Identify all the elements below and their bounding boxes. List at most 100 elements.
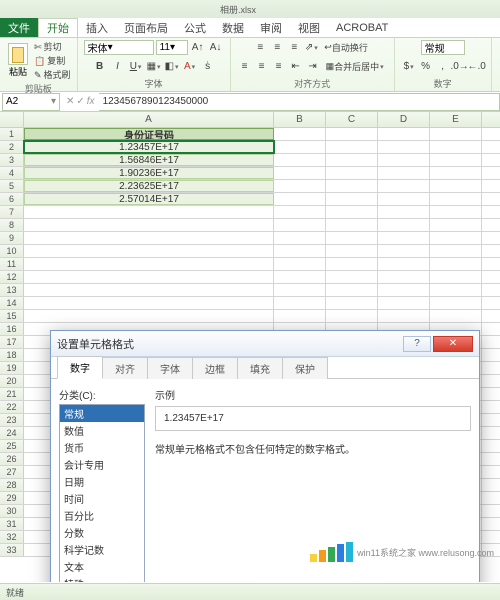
cell[interactable] [430,167,482,179]
row-header[interactable]: 30 [0,505,24,517]
cell[interactable] [430,206,482,218]
cell[interactable] [430,180,482,192]
cell[interactable] [326,154,378,166]
cell[interactable] [378,167,430,179]
font-color-button[interactable]: A [182,59,198,74]
row-header[interactable]: 4 [0,167,24,179]
cell[interactable] [274,219,326,231]
cell[interactable] [430,219,482,231]
row-header[interactable]: 22 [0,401,24,413]
row-header[interactable]: 3 [0,154,24,166]
cancel-formula-icon[interactable]: ✕ [66,96,74,107]
row-header[interactable]: 7 [0,206,24,218]
cell[interactable] [24,310,274,322]
tab-review[interactable]: 审阅 [252,18,290,37]
cell[interactable] [24,297,274,309]
wrap-text-button[interactable]: ↩ 自动换行 [320,40,372,55]
cell[interactable]: 1.90236E+17 [24,167,274,179]
comma-icon[interactable]: , [435,59,451,74]
cell[interactable] [326,284,378,296]
tab-file[interactable]: 文件 [0,18,38,37]
col-header-B[interactable]: B [274,112,326,127]
tab-formula[interactable]: 公式 [176,18,214,37]
format-painter-button[interactable]: 格式刷 [34,68,71,81]
cell[interactable] [326,128,378,140]
cell[interactable] [378,193,430,205]
cell[interactable] [326,245,378,257]
cell[interactable] [430,271,482,283]
row-header[interactable]: 25 [0,440,24,452]
row-header[interactable]: 2 [0,141,24,153]
row-header[interactable]: 20 [0,375,24,387]
cell[interactable] [378,154,430,166]
merge-center-button[interactable]: ▦ 合并后居中 [322,59,388,74]
cell[interactable] [274,180,326,192]
cell[interactable] [274,232,326,244]
category-item[interactable]: 特殊 [60,575,144,582]
cell[interactable] [24,284,274,296]
row-header[interactable]: 28 [0,479,24,491]
cell[interactable] [430,297,482,309]
category-listbox[interactable]: 常规数值货币会计专用日期时间百分比分数科学记数文本特殊自定义 [59,404,145,582]
cell[interactable] [430,310,482,322]
cell[interactable] [326,180,378,192]
cell[interactable] [430,232,482,244]
cell[interactable]: 身份证号码 [24,128,274,140]
category-item[interactable]: 科学记数 [60,541,144,558]
decrease-font-icon[interactable]: A↓ [208,40,224,55]
cell[interactable] [274,206,326,218]
cell[interactable] [326,167,378,179]
cell[interactable] [430,154,482,166]
row-header[interactable]: 12 [0,271,24,283]
dialog-help-button[interactable]: ? [403,336,431,352]
row-header[interactable]: 13 [0,284,24,296]
tab-insert[interactable]: 插入 [78,18,116,37]
row-header[interactable]: 33 [0,544,24,556]
increase-font-icon[interactable]: A↑ [190,40,206,55]
row-header[interactable]: 8 [0,219,24,231]
cell[interactable]: 1.23457E+17 [24,141,274,153]
cell[interactable] [24,206,274,218]
cell[interactable] [378,232,430,244]
align-middle-icon[interactable]: ≡ [269,40,285,55]
tab-layout[interactable]: 页面布局 [116,18,176,37]
cell[interactable] [326,297,378,309]
cell[interactable] [378,310,430,322]
col-header-E[interactable]: E [430,112,482,127]
cell[interactable] [378,271,430,283]
tab-data[interactable]: 数据 [214,18,252,37]
category-item[interactable]: 会计专用 [60,456,144,473]
row-header[interactable]: 5 [0,180,24,192]
name-box[interactable]: A2▾ [2,93,60,111]
font-family-combo[interactable]: 宋体 ▾ [84,40,154,55]
row-header[interactable]: 32 [0,531,24,543]
row-header[interactable]: 23 [0,414,24,426]
cell[interactable] [378,206,430,218]
fill-color-button[interactable]: ◧ [164,59,180,74]
font-size-combo[interactable]: 11 ▾ [156,40,188,55]
row-header[interactable]: 31 [0,518,24,530]
cell[interactable] [24,219,274,231]
border-button[interactable]: ▦ [146,59,162,74]
cell[interactable] [430,284,482,296]
category-item[interactable]: 数值 [60,422,144,439]
paste-button[interactable]: 粘贴 [6,43,30,78]
row-header[interactable]: 6 [0,193,24,205]
cell[interactable]: 2.23625E+17 [24,180,274,192]
cell[interactable] [430,258,482,270]
cell[interactable] [378,284,430,296]
indent-inc-icon[interactable]: ⇥ [305,59,321,74]
dialog-close-button[interactable]: ✕ [433,336,473,352]
col-header-A[interactable]: A [24,112,274,127]
percent-icon[interactable]: % [418,59,434,74]
cell[interactable] [274,141,326,153]
row-header[interactable]: 1 [0,128,24,140]
dialog-tab-number[interactable]: 数字 [57,356,103,379]
row-header[interactable]: 16 [0,323,24,335]
row-header[interactable]: 15 [0,310,24,322]
cell[interactable] [378,128,430,140]
cell[interactable] [274,271,326,283]
cell[interactable] [378,219,430,231]
copy-button[interactable]: 复制 [34,54,71,67]
cell[interactable] [326,206,378,218]
